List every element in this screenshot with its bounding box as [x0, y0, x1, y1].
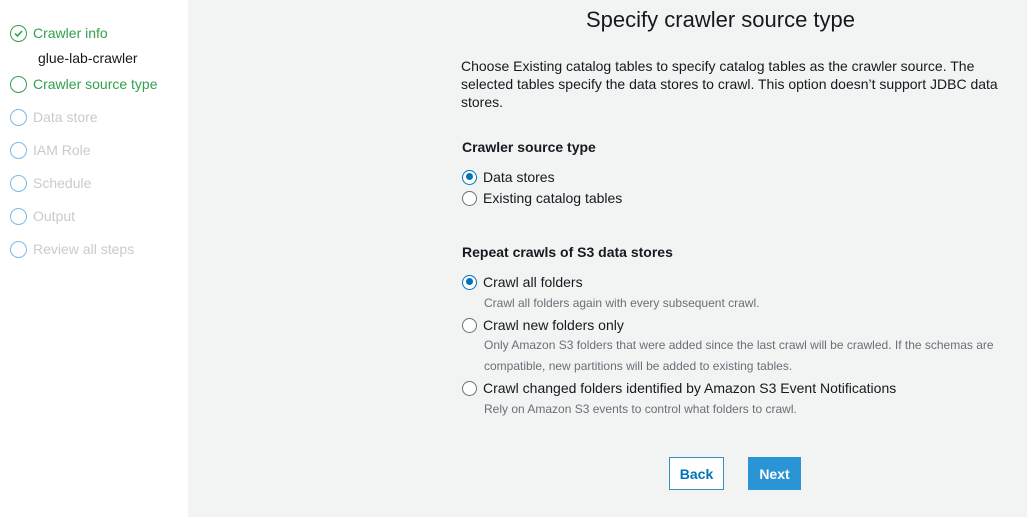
- radio-existing-catalog-tables[interactable]: Existing catalog tables: [462, 190, 622, 206]
- step-label: IAM Role: [33, 142, 91, 158]
- step-crawler-info[interactable]: Crawler info: [10, 23, 108, 43]
- step-label: Output: [33, 208, 76, 224]
- radio-label: Existing catalog tables: [483, 190, 623, 206]
- step-label: Crawler source type: [33, 76, 158, 92]
- step-iam-role: IAM Role: [10, 140, 91, 160]
- crawl-new-folders-help-line1: Only Amazon S3 folders that were added s…: [484, 338, 994, 352]
- radio-button[interactable]: [462, 274, 477, 290]
- circle-icon: [10, 174, 27, 192]
- check-circle-icon: [10, 24, 27, 42]
- radio-label: Crawl all folders: [483, 274, 583, 290]
- step-label: Crawler info: [33, 25, 108, 41]
- wizard-sidebar: Crawler info glue-lab-crawler Crawler so…: [0, 0, 188, 517]
- radio-crawl-all-folders[interactable]: Crawl all folders: [462, 274, 583, 290]
- step-data-store: Data store: [10, 107, 98, 127]
- back-button[interactable]: Back: [669, 457, 724, 490]
- crawl-changed-folders-help: Rely on Amazon S3 events to control what…: [484, 402, 797, 416]
- radio-button[interactable]: [462, 317, 477, 333]
- circle-icon: [10, 141, 27, 159]
- step-crawler-source-type[interactable]: Crawler source type: [10, 74, 158, 94]
- step-output: Output: [10, 206, 75, 226]
- circle-icon: [10, 108, 27, 126]
- crawler-name: glue-lab-crawler: [38, 50, 138, 66]
- step-review-all-steps: Review all steps: [10, 239, 134, 259]
- circle-icon: [10, 240, 27, 258]
- step-label: Review all steps: [33, 241, 135, 257]
- radio-label: Data stores: [483, 169, 555, 185]
- radio-data-stores[interactable]: Data stores: [462, 169, 555, 185]
- crawler-source-type-label: Crawler source type: [462, 139, 596, 155]
- repeat-crawls-label: Repeat crawls of S3 data stores: [462, 244, 673, 260]
- step-label: Data store: [33, 109, 98, 125]
- step-label: Schedule: [33, 175, 92, 191]
- page-title: Specify crawler source type: [586, 7, 855, 32]
- page-description: Choose Existing catalog tables to specif…: [461, 58, 998, 110]
- radio-crawl-new-folders-only[interactable]: Crawl new folders only: [462, 317, 624, 333]
- crawl-all-folders-help: Crawl all folders again with every subse…: [484, 296, 760, 310]
- radio-crawl-changed-folders[interactable]: Crawl changed folders identified by Amaz…: [462, 380, 896, 396]
- next-button[interactable]: Next: [748, 457, 801, 490]
- step-schedule: Schedule: [10, 173, 91, 193]
- crawl-new-folders-help-line2: compatible, new partitions will be added…: [484, 359, 793, 373]
- radio-label: Crawl changed folders identified by Amaz…: [483, 380, 897, 396]
- circle-icon: [10, 207, 27, 225]
- radio-button[interactable]: [462, 190, 477, 206]
- circle-icon: [10, 75, 27, 93]
- radio-label: Crawl new folders only: [483, 317, 624, 333]
- radio-button[interactable]: [462, 169, 477, 185]
- radio-button[interactable]: [462, 380, 477, 396]
